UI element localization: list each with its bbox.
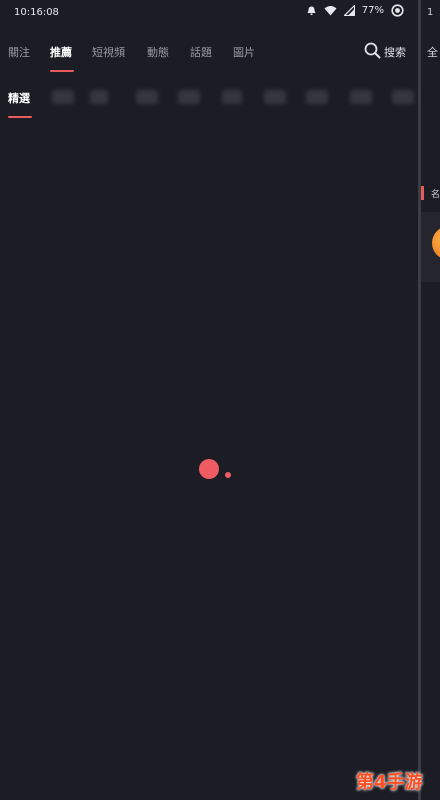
sub-tab-featured[interactable]: 精選 — [8, 90, 30, 106]
search-button[interactable]: 搜索 — [364, 42, 406, 62]
sub-tab-blurred[interactable] — [264, 90, 286, 104]
side-status-glyph: 1 — [427, 7, 434, 18]
sub-tab-blurred[interactable] — [136, 90, 158, 104]
tab-topics[interactable]: 話題 — [190, 44, 212, 60]
sub-tab-blurred[interactable] — [90, 90, 108, 104]
battery-icon — [391, 4, 404, 17]
sub-tab-blurred[interactable] — [52, 90, 74, 104]
status-icons: 77% — [306, 4, 404, 17]
tab-recommended[interactable]: 推薦 — [50, 44, 72, 60]
tab-short-video[interactable]: 短視頻 — [92, 44, 125, 60]
sub-tab-blurred[interactable] — [306, 90, 328, 104]
sub-tab-blurred[interactable] — [392, 90, 414, 104]
sub-tab-blurred[interactable] — [350, 90, 372, 104]
side-item-label: 名 — [431, 190, 440, 200]
signal-icon — [343, 5, 355, 16]
battery-level: 77% — [361, 5, 384, 16]
top-tab-bar: 關注 推薦 短視頻 動態 話題 圖片 — [0, 40, 418, 74]
alarm-icon — [306, 5, 317, 16]
tab-updates[interactable]: 動態 — [147, 44, 169, 60]
sub-tab-blurred[interactable] — [222, 90, 242, 104]
wifi-icon — [324, 5, 337, 16]
active-tab-indicator — [50, 70, 74, 72]
tab-following[interactable]: 關注 — [8, 44, 30, 60]
side-accent-bar — [421, 186, 424, 200]
side-tab-label[interactable]: 全 — [427, 44, 438, 60]
loading-indicator-dot — [199, 459, 219, 479]
sub-tab-blurred[interactable] — [178, 90, 200, 104]
active-sub-tab-indicator — [8, 116, 32, 118]
tab-pictures[interactable]: 圖片 — [233, 44, 255, 60]
watermark-logo: 第4手游 — [356, 772, 423, 793]
main-screen: 10:16:08 77% 關注 推薦 短視頻 動態 話題 圖片 搜索 精選 — [0, 0, 418, 800]
status-bar: 10:16:08 77% — [0, 0, 418, 26]
search-icon — [364, 42, 381, 62]
adjacent-screen-panel: 1 全 名 — [421, 0, 440, 800]
loading-indicator-small-dot — [225, 472, 231, 478]
sub-tab-bar: 精選 — [0, 86, 418, 120]
status-time: 10:16:08 — [14, 7, 59, 18]
search-label: 搜索 — [384, 46, 406, 59]
